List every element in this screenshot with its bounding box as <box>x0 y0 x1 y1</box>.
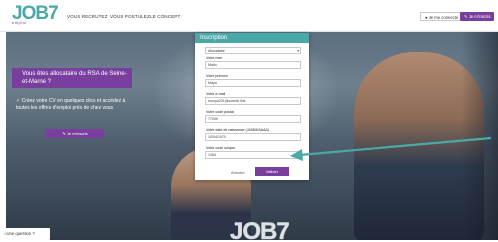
nav-vous-postulez[interactable]: VOUS POSTULEZ <box>110 14 150 19</box>
promo-title: Vous êtes allocataire du RSA de Seine-et… <box>22 71 127 85</box>
birth-date-label: Votre date de naissance (JJ/MM/AAAA) <box>206 128 270 132</box>
postal-code-label: Votre code postal <box>206 110 234 114</box>
bottom-logo: JOB7 <box>230 218 290 242</box>
nav-le-concept[interactable]: LE CONCEPT <box>150 14 180 19</box>
prenom-field[interactable]: Maya <box>205 79 301 87</box>
promo-signup-button[interactable]: ✎ Je m'inscris <box>46 129 104 138</box>
pencil-icon: ✎ <box>62 131 66 136</box>
email-field[interactable]: soorya201@sosmb.link <box>205 97 301 105</box>
postal-code-field[interactable]: 77000 <box>205 115 301 123</box>
top-bar: JOB7 emploi VOUS RECRUTEZ VOUS POSTULEZ … <box>0 0 498 32</box>
annotation-arrow <box>290 136 492 161</box>
promo-text: ✓ Créez votre CV en quelques clics et ac… <box>16 98 126 111</box>
user-icon: ● <box>425 15 428 20</box>
cancel-button[interactable]: Annuler <box>231 170 245 175</box>
question-button[interactable]: ○Une question ? <box>2 228 50 240</box>
modal-title: Inscription <box>195 33 309 43</box>
nav-vous-recrutez[interactable]: VOUS RECRUTEZ <box>67 14 108 19</box>
signup-button[interactable]: ✎ Je m'inscris <box>460 12 495 21</box>
unique-code-label: Votre code unique <box>206 146 235 150</box>
email-label: Votre e-mail <box>206 92 226 96</box>
nom-label: Votre nom <box>206 56 223 60</box>
job7-logo[interactable]: JOB7 <box>12 4 59 30</box>
chevron-down-icon: ▾ <box>297 49 299 53</box>
logo-subtitle: emploi <box>12 20 27 25</box>
prenom-label: Votre prénom <box>206 74 228 78</box>
check-icon: ✓ <box>16 98 21 104</box>
status-select[interactable]: Allocataire ▾ <box>205 47 301 54</box>
pencil-icon: ✎ <box>464 14 468 19</box>
connect-button[interactable]: ● Je me connecte <box>420 12 464 21</box>
submit-button[interactable]: Valider <box>255 167 289 176</box>
nom-field[interactable]: Malin <box>205 61 301 69</box>
